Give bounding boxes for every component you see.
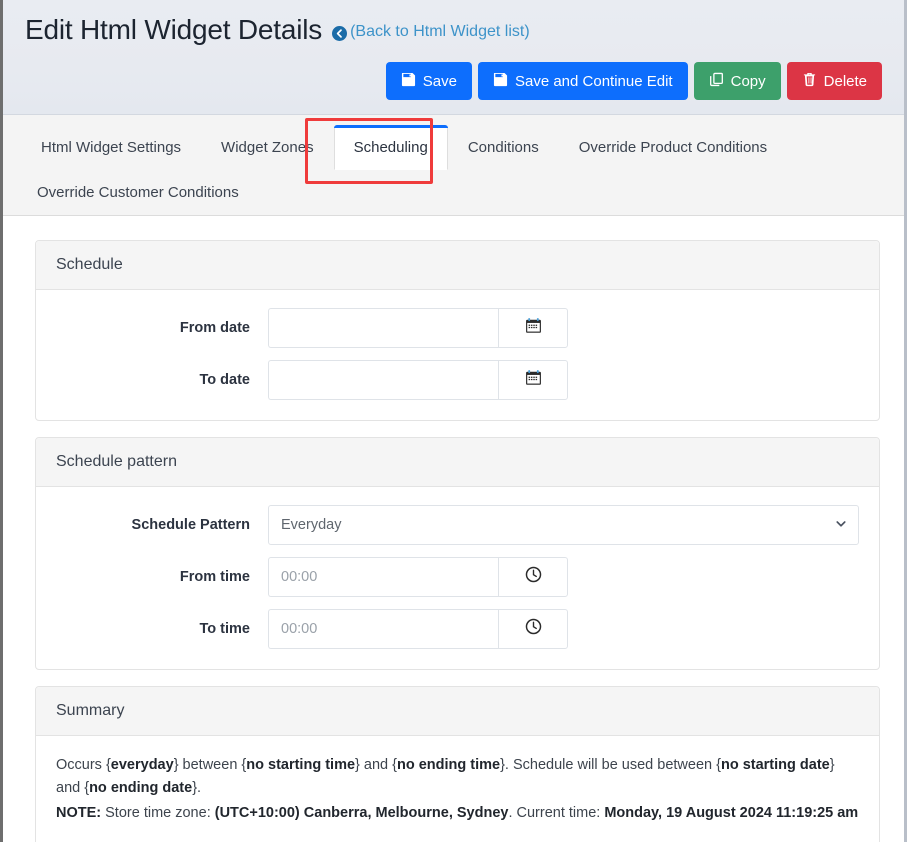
back-to-list-link[interactable]: (Back to Html Widget list): [332, 23, 530, 41]
from-time-input[interactable]: [268, 557, 498, 597]
from-date-calendar-button[interactable]: [498, 308, 568, 348]
summary-start-time-value: no starting time: [246, 757, 355, 773]
trash-icon: [802, 72, 817, 90]
schedule-card: Schedule From date: [35, 240, 880, 421]
summary-note-label: NOTE:: [56, 805, 101, 821]
from-time-input-group: [268, 557, 568, 597]
schedule-pattern-row: Schedule Pattern Everyday: [56, 505, 859, 545]
from-time-clock-button[interactable]: [498, 557, 568, 597]
save-and-continue-edit-label: Save and Continue Edit: [515, 74, 673, 89]
summary-card-heading: Summary: [36, 687, 879, 736]
from-date-row: From date: [56, 308, 859, 348]
from-date-input-group: [268, 308, 568, 348]
schedule-pattern-card: Schedule pattern Schedule Pattern Everyd…: [35, 437, 880, 670]
save-button[interactable]: Save: [386, 62, 472, 100]
schedule-pattern-select-wrap: Everyday: [268, 505, 859, 545]
back-circle-arrow-icon: [332, 26, 347, 41]
summary-everyday-value: everyday: [111, 757, 174, 773]
summary-start-date-value: no starting date: [721, 757, 830, 773]
tab-list: Html Widget Settings Widget Zones Schedu…: [21, 115, 886, 215]
page-title: Edit Html Widget Details: [25, 14, 322, 46]
from-date-input[interactable]: [268, 308, 498, 348]
tab-override-product-conditions[interactable]: Override Product Conditions: [559, 125, 787, 170]
clock-icon: [525, 618, 542, 640]
save-button-label: Save: [423, 74, 457, 89]
summary-seg: Occurs {: [56, 757, 111, 773]
copy-button[interactable]: Copy: [694, 62, 781, 100]
floppy-disk-icon: [401, 72, 416, 90]
page-header: Edit Html Widget Details (Back to Html W…: [3, 0, 904, 115]
schedule-pattern-card-heading: Schedule pattern: [36, 438, 879, 487]
summary-seg: . Current time:: [508, 805, 604, 821]
copy-icon: [709, 72, 724, 90]
delete-button[interactable]: Delete: [787, 62, 882, 100]
to-time-input[interactable]: [268, 609, 498, 649]
tab-override-customer-conditions[interactable]: Override Customer Conditions: [21, 170, 886, 215]
tab-html-widget-settings[interactable]: Html Widget Settings: [21, 125, 201, 170]
to-time-row: To time: [56, 609, 859, 649]
to-date-row: To date: [56, 360, 859, 400]
copy-button-label: Copy: [731, 74, 766, 89]
tab-scheduling[interactable]: Scheduling: [334, 125, 448, 170]
summary-card: Summary Occurs {everyday} between {no st…: [35, 686, 880, 842]
tab-widget-zones[interactable]: Widget Zones: [201, 125, 334, 170]
to-time-label: To time: [56, 621, 268, 637]
summary-note-text: NOTE: Store time zone: (UTC+10:00) Canbe…: [56, 802, 859, 825]
schedule-pattern-card-body: Schedule Pattern Everyday From time: [36, 487, 879, 669]
tab-conditions[interactable]: Conditions: [448, 125, 559, 170]
tab-content-scheduling: Schedule From date: [3, 216, 904, 842]
summary-seg: } between {: [174, 757, 247, 773]
summary-card-body: Occurs {everyday} between {no starting t…: [36, 736, 879, 842]
from-time-label: From time: [56, 569, 268, 585]
summary-seg: }. Schedule will be used between {: [500, 757, 721, 773]
clock-icon: [525, 566, 542, 588]
calendar-icon: [525, 369, 542, 391]
summary-seg: } and {: [355, 757, 397, 773]
tab-list-row-2: Override Customer Conditions: [21, 170, 886, 215]
schedule-pattern-label: Schedule Pattern: [56, 517, 268, 533]
summary-timezone-value: (UTC+10:00) Canberra, Melbourne, Sydney: [215, 805, 509, 821]
to-date-input[interactable]: [268, 360, 498, 400]
floppy-disk-icon: [493, 72, 508, 90]
header-action-buttons: Save Save and Continue Edit Copy: [386, 62, 882, 100]
to-time-clock-button[interactable]: [498, 609, 568, 649]
from-date-label: From date: [56, 320, 268, 336]
delete-button-label: Delete: [824, 74, 867, 89]
from-time-row: From time: [56, 557, 859, 597]
schedule-card-body: From date: [36, 290, 879, 420]
summary-current-time-value: Monday, 19 August 2024 11:19:25 am: [604, 805, 858, 821]
to-date-input-group: [268, 360, 568, 400]
tab-bar: Html Widget Settings Widget Zones Schedu…: [3, 115, 904, 216]
to-date-label: To date: [56, 372, 268, 388]
save-and-continue-edit-button[interactable]: Save and Continue Edit: [478, 62, 688, 100]
summary-seg: }.: [192, 780, 201, 796]
schedule-card-heading: Schedule: [36, 241, 879, 290]
to-date-calendar-button[interactable]: [498, 360, 568, 400]
calendar-icon: [525, 317, 542, 339]
summary-end-time-value: no ending time: [397, 757, 500, 773]
to-time-input-group: [268, 609, 568, 649]
app-window: Edit Html Widget Details (Back to Html W…: [0, 0, 907, 842]
back-to-list-label: (Back to Html Widget list): [350, 23, 530, 41]
schedule-pattern-select[interactable]: Everyday: [268, 505, 859, 545]
summary-occurrence-text: Occurs {everyday} between {no starting t…: [56, 754, 859, 800]
title-row: Edit Html Widget Details (Back to Html W…: [25, 0, 882, 46]
summary-seg: Store time zone:: [101, 805, 215, 821]
summary-end-date-value: no ending date: [89, 780, 192, 796]
